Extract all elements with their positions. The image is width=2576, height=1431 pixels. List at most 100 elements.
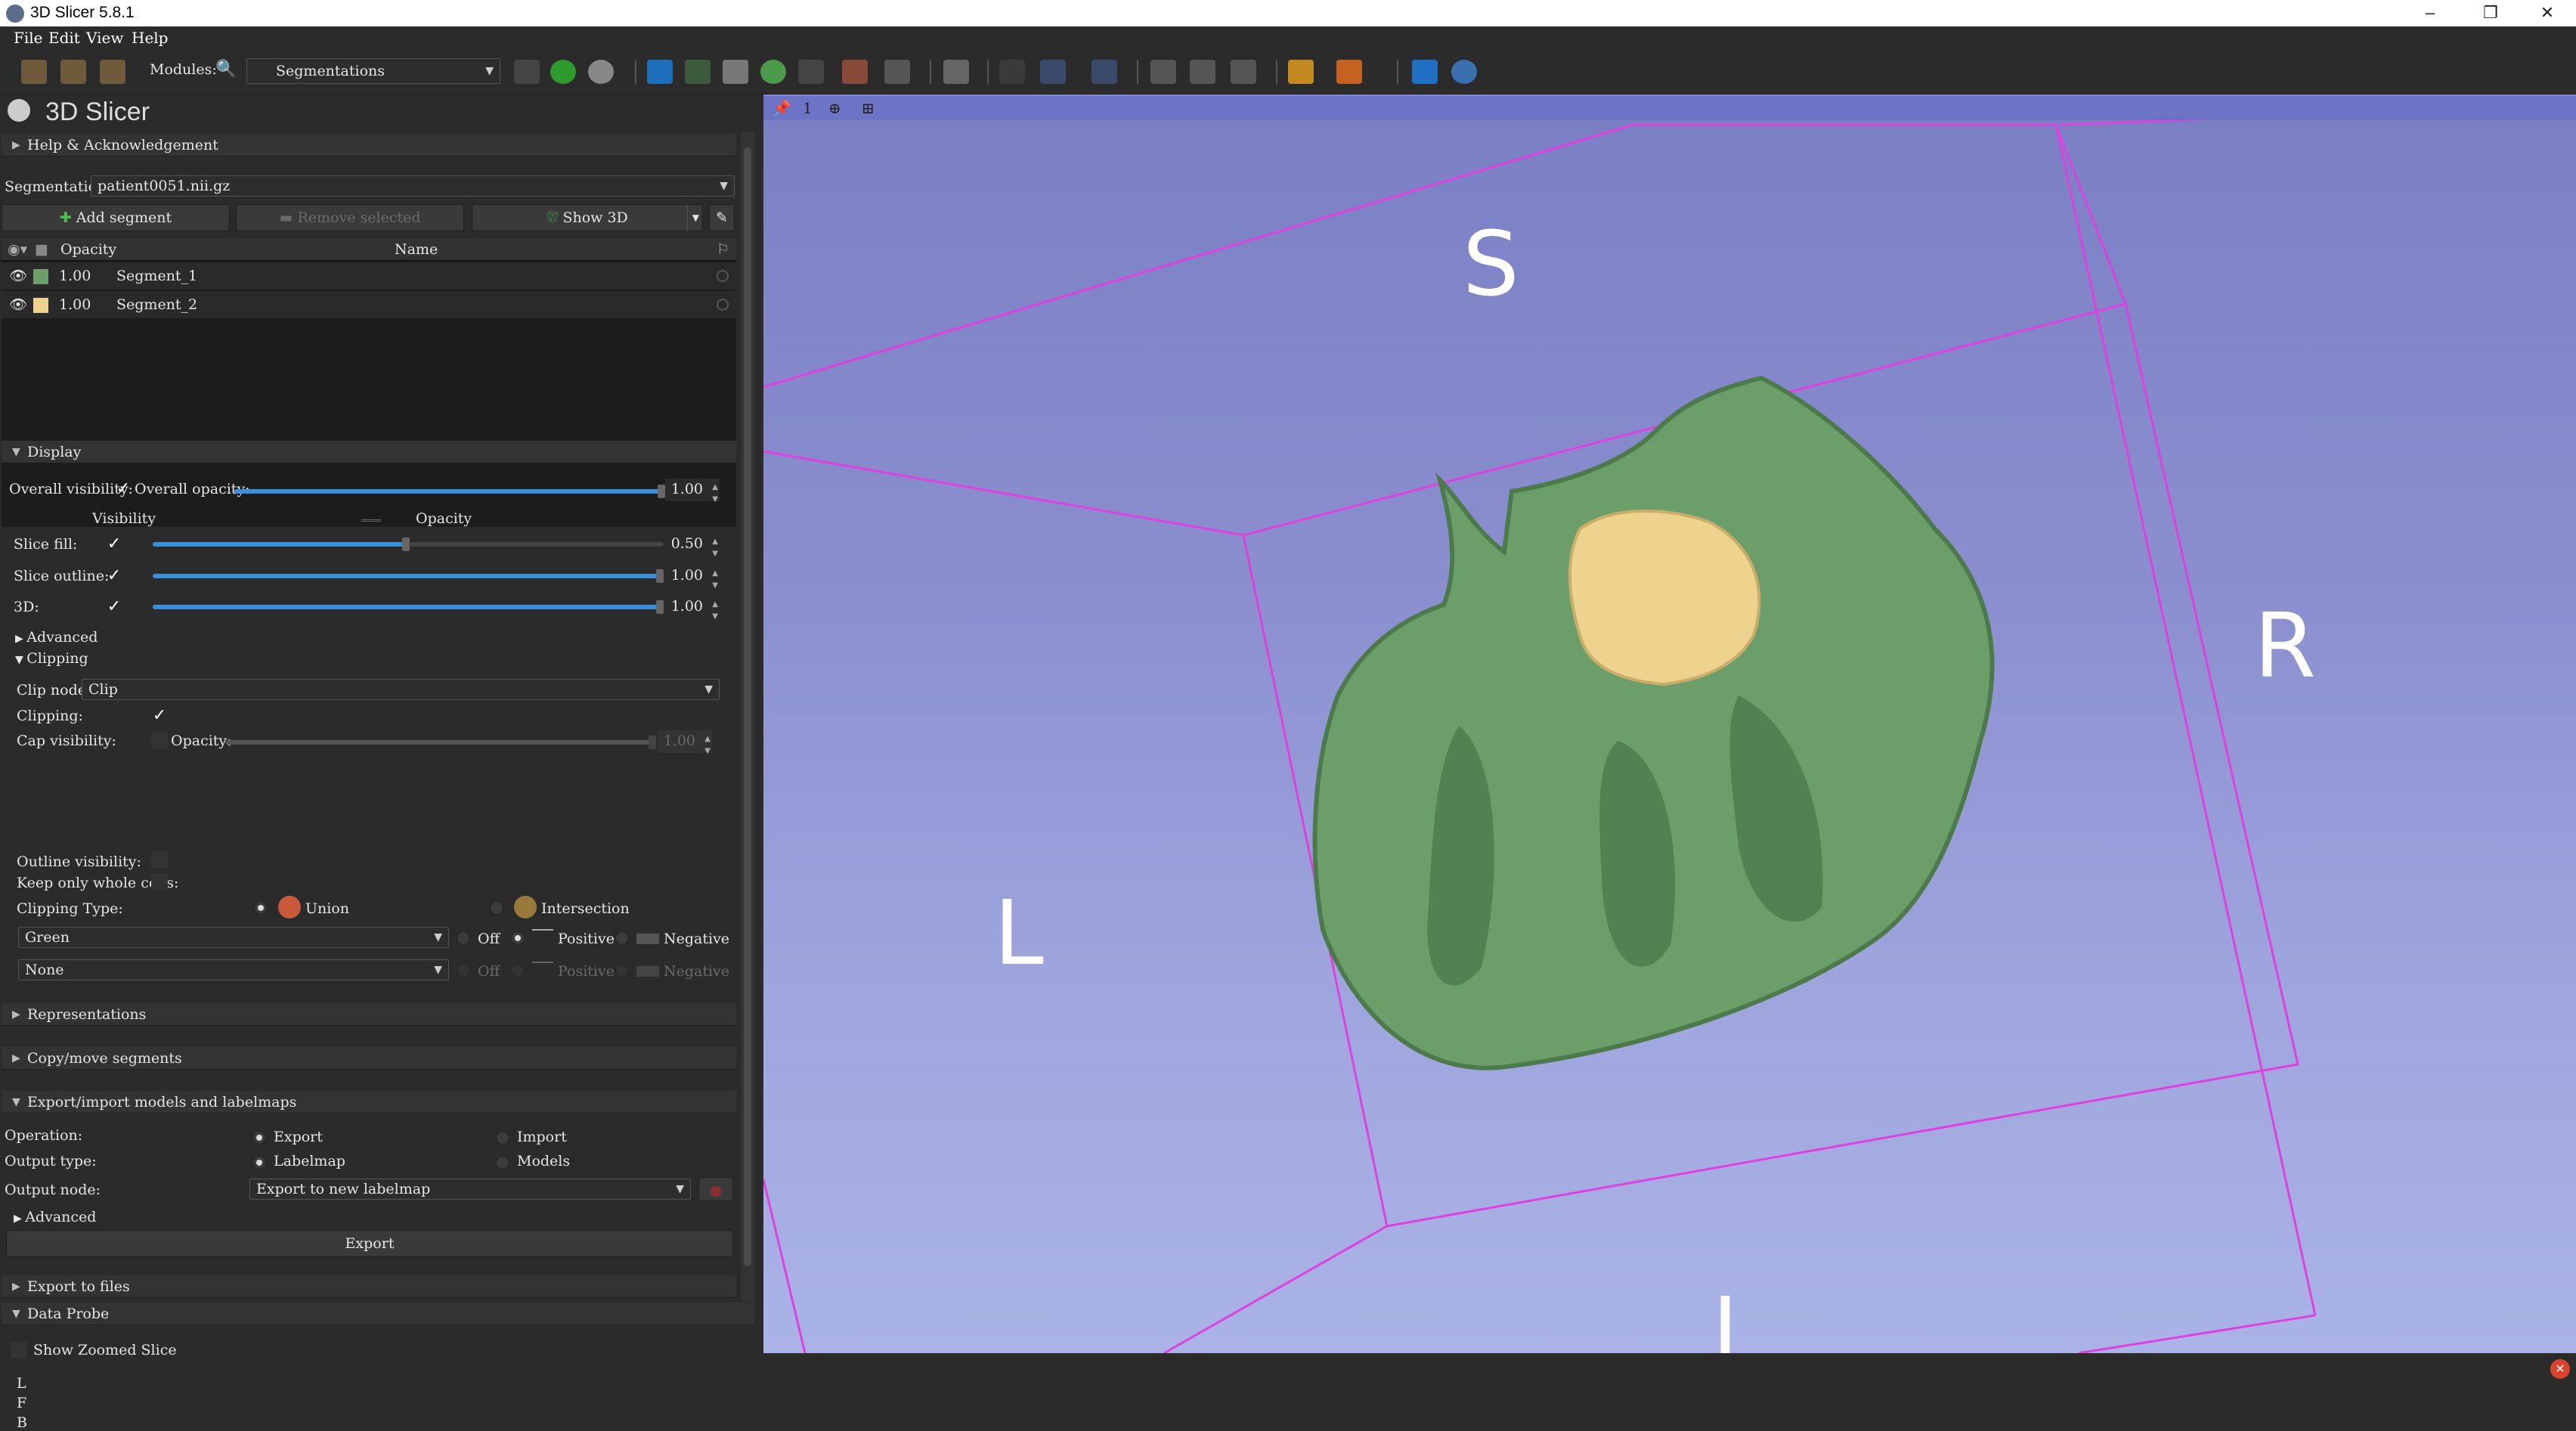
representations-section-header[interactable]: ▶ Representations	[2, 1003, 736, 1026]
plane-1-positive-radio[interactable]	[511, 931, 525, 945]
slice-fill-spinbox[interactable]: 0.50 ▲ ▼	[665, 533, 720, 558]
segment-edit-button[interactable]: ✎	[709, 204, 735, 231]
slice-view-icon[interactable]	[1231, 60, 1256, 84]
export-files-section-header[interactable]: ▶ Export to files	[2, 1275, 736, 1298]
output-node-selector[interactable]: Export to new labelmap ▼	[249, 1179, 691, 1200]
import-radio[interactable]	[496, 1131, 509, 1144]
models-radio[interactable]	[496, 1156, 509, 1169]
extensions-icon[interactable]	[884, 60, 910, 84]
window-level-icon[interactable]	[1040, 60, 1066, 84]
segment-opacity[interactable]: 1.00	[59, 296, 91, 313]
models-icon[interactable]	[760, 60, 786, 84]
pin-icon[interactable]: 📌	[772, 99, 791, 117]
segment-editor-icon[interactable]	[842, 60, 868, 84]
load-dicom-icon[interactable]	[60, 60, 86, 84]
overall-visibility-checkbox[interactable]: ✓	[115, 481, 132, 497]
maximize-button[interactable]: ❐	[2460, 0, 2521, 26]
panel-scrollbar[interactable]	[741, 132, 754, 1302]
show-zoomed-slice-checkbox[interactable]	[11, 1342, 27, 1358]
slice-fill-slider[interactable]	[153, 537, 410, 551]
segment-status-icon[interactable]	[717, 299, 729, 311]
fiducial-icon[interactable]	[1288, 60, 1314, 84]
eye-icon[interactable]: 👁	[9, 267, 27, 284]
slice-fill-checkbox[interactable]: ✓	[106, 536, 122, 553]
error-log-icon[interactable]: ✕	[2550, 1359, 2570, 1379]
save-icon[interactable]	[100, 60, 125, 84]
menu-view[interactable]: View	[86, 29, 123, 47]
name-column-header[interactable]: Name	[395, 241, 438, 258]
table-row[interactable]: 👁 1.00 Segment_2	[2, 291, 736, 318]
clip-plane-1-selector[interactable]: Green ▼	[18, 927, 449, 948]
table-resize-handle[interactable]	[361, 519, 381, 522]
clipping-checkbox[interactable]: ✓	[151, 708, 168, 724]
extension-manager-icon[interactable]	[1412, 60, 1438, 84]
close-button[interactable]: ✕	[2517, 0, 2576, 26]
plane-2-negative-radio[interactable]	[615, 964, 629, 977]
load-data-icon[interactable]	[21, 60, 47, 84]
export-import-section-header[interactable]: ▼ Export/import models and labelmaps	[2, 1091, 736, 1114]
segment-name[interactable]: Segment_2	[116, 296, 197, 313]
overall-opacity-slider[interactable]	[234, 485, 665, 498]
clip-node-selector[interactable]: Clip ▼	[82, 679, 720, 700]
center-view-icon[interactable]: ⊕	[828, 99, 841, 117]
view-layout-icon[interactable]: ⊞	[862, 99, 875, 117]
3d-visibility-checkbox[interactable]: ✓	[106, 599, 122, 615]
place-mode-icon[interactable]	[1336, 60, 1362, 84]
screenshot-icon[interactable]	[1150, 60, 1176, 84]
module-search-icon[interactable]: 🔍	[215, 60, 236, 79]
back-arrow-icon[interactable]	[550, 60, 576, 84]
slice-outline-checkbox[interactable]: ✓	[106, 568, 122, 584]
visibility-column-icon[interactable]: ◉▾	[8, 241, 27, 258]
export-radio[interactable]	[252, 1131, 266, 1144]
outline-visibility-checkbox[interactable]	[151, 851, 168, 868]
plane-1-off-radio[interactable]	[457, 931, 470, 945]
3d-view[interactable]: S R L I	[763, 94, 2576, 1382]
table-row[interactable]: 👁 1.00 Segment_1	[2, 262, 736, 290]
copy-move-section-header[interactable]: ▶ Copy/move segments	[2, 1047, 736, 1070]
segmentation-selector[interactable]: patient0051.nii.gz ▼	[91, 175, 735, 197]
intersection-radio[interactable]	[490, 901, 503, 915]
3d-opacity-slider[interactable]	[153, 600, 664, 614]
crosshair-icon[interactable]	[1091, 60, 1117, 84]
help-section-header[interactable]: ▶ Help & Acknowledgement	[2, 134, 736, 156]
display-advanced-toggle[interactable]: ▶ Advanced	[15, 629, 98, 646]
segment-status-icon[interactable]	[717, 270, 729, 282]
module-history-icon[interactable]	[514, 60, 540, 84]
plane-1-negative-radio[interactable]	[615, 931, 629, 945]
minimize-button[interactable]: –	[2400, 0, 2460, 26]
layout-icon[interactable]	[943, 60, 969, 84]
menu-help[interactable]: Help	[132, 29, 168, 47]
3d-scene[interactable]	[763, 94, 2576, 1353]
show-3d-button[interactable]: ⛆ Show 3D ▼	[472, 204, 703, 231]
labelmap-radio[interactable]	[252, 1156, 266, 1169]
segment-color-swatch[interactable]	[33, 269, 48, 284]
overall-opacity-spinbox[interactable]: 1.00 ▲ ▼	[665, 479, 720, 503]
output-node-clear-button[interactable]: ●	[698, 1177, 733, 1201]
python-console-icon[interactable]	[1451, 60, 1477, 84]
markups-icon[interactable]	[647, 60, 673, 84]
eye-icon[interactable]: 👁	[9, 296, 27, 313]
cap-opacity-slider[interactable]	[225, 736, 656, 749]
segment-name[interactable]: Segment_1	[116, 268, 197, 284]
clipping-section-toggle[interactable]: ▼ Clipping	[15, 650, 88, 667]
cap-opacity-spinbox[interactable]: 1.00 ▲ ▼	[658, 730, 712, 755]
slice-outline-spinbox[interactable]: 1.00 ▲ ▼	[665, 565, 720, 590]
data-probe-section-header[interactable]: ▼ Data Probe	[2, 1302, 754, 1325]
pointer-icon[interactable]	[999, 60, 1025, 84]
transforms-icon[interactable]	[798, 60, 824, 84]
forward-arrow-icon[interactable]	[588, 60, 614, 84]
menu-edit[interactable]: Edit	[48, 29, 80, 47]
volumes-icon[interactable]	[723, 60, 748, 84]
segment-color-swatch[interactable]	[33, 298, 48, 313]
menu-file[interactable]: File	[14, 29, 43, 47]
segment-opacity[interactable]: 1.00	[59, 268, 91, 284]
plane-2-positive-radio[interactable]	[511, 964, 525, 977]
module-selector[interactable]: Segmentations ▼	[246, 58, 500, 84]
3d-opacity-spinbox[interactable]: 1.00 ▲ ▼	[665, 596, 720, 621]
slice-outline-slider[interactable]	[153, 569, 664, 583]
export-advanced-toggle[interactable]: ▶ Advanced	[14, 1209, 96, 1225]
clip-plane-2-selector[interactable]: None ▼	[18, 959, 449, 980]
export-button[interactable]: Export	[6, 1230, 733, 1257]
remove-selected-button[interactable]: ▬ Remove selected	[236, 204, 464, 231]
keep-whole-cells-checkbox[interactable]	[151, 873, 168, 890]
